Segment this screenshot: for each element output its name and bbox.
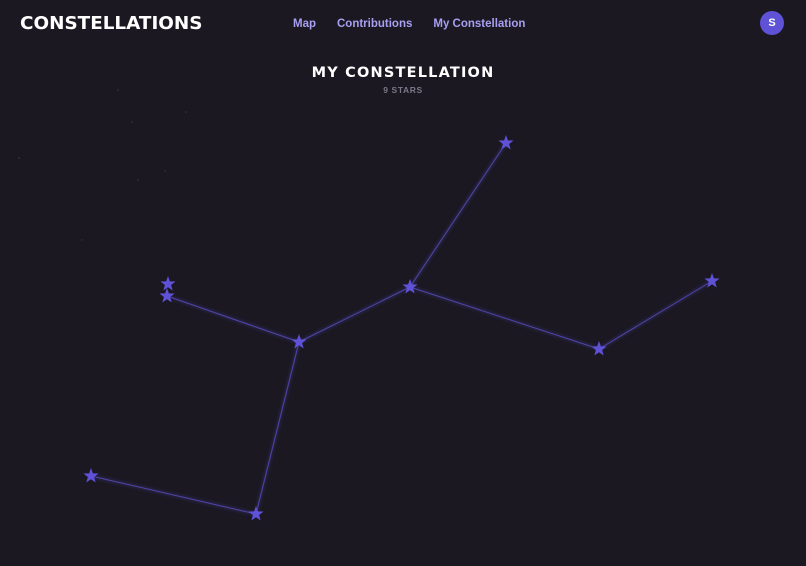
star-icon[interactable] [498,135,514,150]
link-line [409,142,507,288]
constellation-stars [83,135,720,521]
constellation-lines [89,141,714,516]
link-line [255,341,300,515]
link-line [298,286,411,343]
link-line [90,475,257,515]
background-specks [18,89,187,241]
star-icon[interactable] [248,506,264,521]
star-icon[interactable] [83,468,99,483]
link-line [598,280,713,350]
app-root: CONSTELLATIONS Map Contributions My Cons… [0,0,806,566]
star-icon[interactable] [591,341,607,356]
constellation-lines-core [90,142,713,515]
constellation-canvas [18,89,720,521]
link-line [166,295,300,343]
star-icon[interactable] [160,276,176,291]
link-line [409,286,600,350]
